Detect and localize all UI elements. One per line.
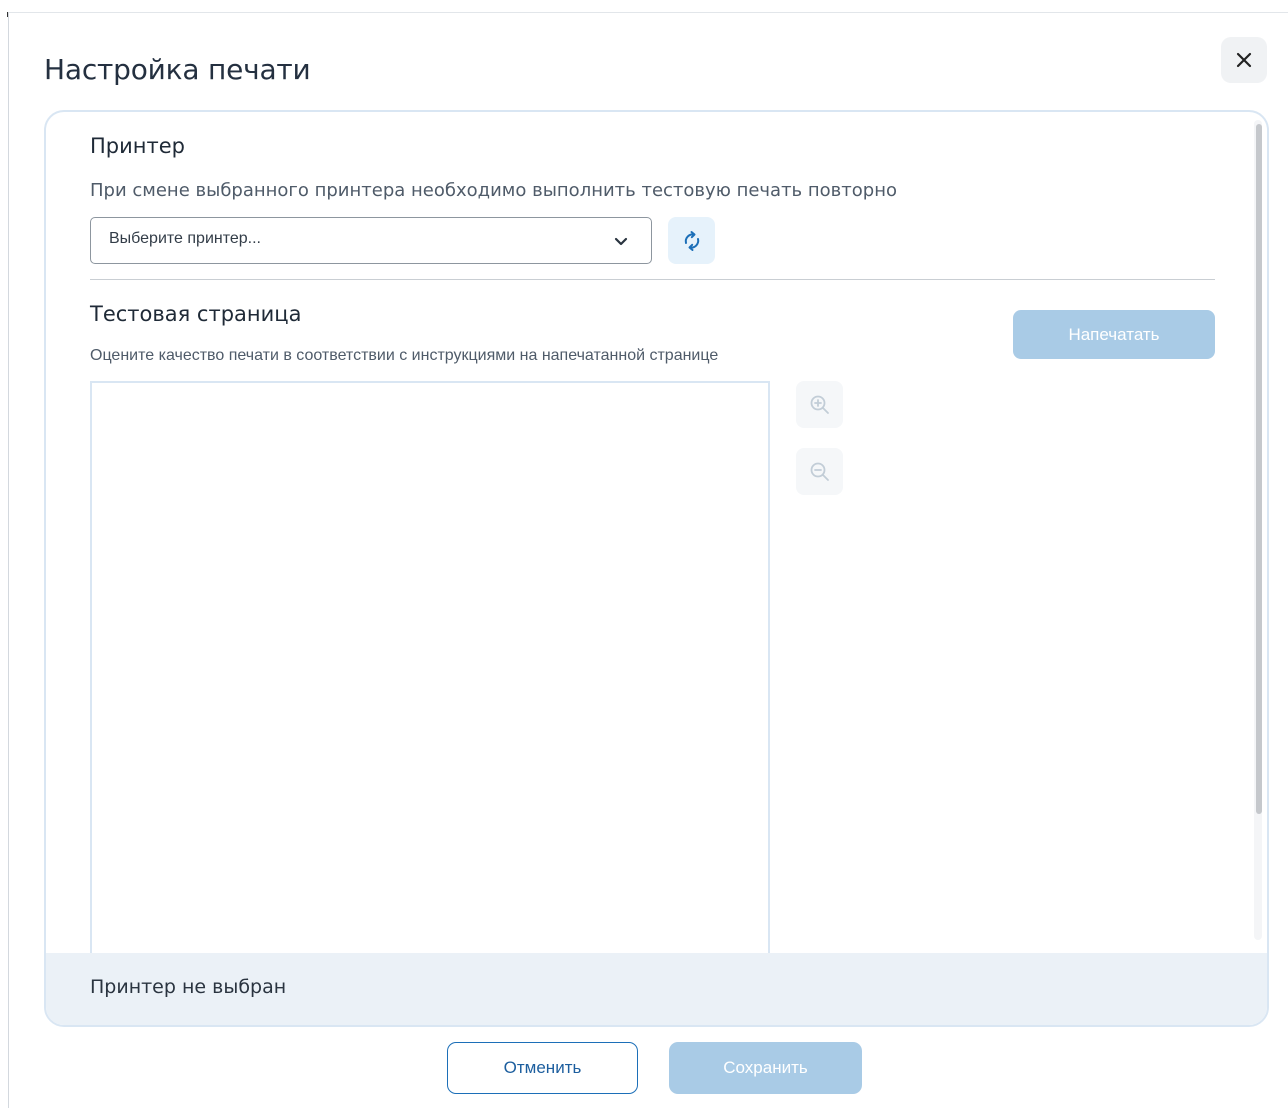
- test-page-description: Оцените качество печати в соответствии с…: [90, 347, 719, 364]
- printer-description: При смене выбранного принтера необходимо…: [90, 180, 897, 201]
- status-text: Принтер не выбран: [90, 976, 287, 998]
- zoom-in-icon: [810, 395, 829, 414]
- test-page-preview: [90, 381, 770, 981]
- print-settings-dialog: Настройка печати Принтер При смене выбра…: [8, 12, 1288, 1108]
- zoom-out-icon: [810, 462, 829, 481]
- close-button[interactable]: [1221, 37, 1267, 83]
- test-page-heading: Тестовая страница: [90, 302, 302, 326]
- zoom-out-button[interactable]: [796, 448, 843, 495]
- printer-heading: Принтер: [90, 134, 185, 158]
- printer-select[interactable]: Выберите принтер...: [90, 217, 652, 264]
- chevron-down-icon: [614, 237, 628, 246]
- dialog-title: Настройка печати: [44, 53, 311, 86]
- save-button[interactable]: Сохранить: [669, 1042, 862, 1094]
- printer-select-value: Выберите принтер...: [109, 230, 261, 247]
- refresh-printers-button[interactable]: [668, 217, 715, 264]
- section-divider: [90, 279, 1215, 280]
- close-icon: [1236, 52, 1252, 68]
- refresh-icon: [684, 230, 699, 251]
- zoom-in-button[interactable]: [796, 381, 843, 428]
- status-bar: Принтер не выбран: [46, 953, 1267, 1025]
- settings-panel: Принтер При смене выбранного принтера не…: [44, 110, 1269, 1027]
- print-button[interactable]: Напечатать: [1013, 310, 1215, 359]
- scrollbar-thumb[interactable]: [1256, 124, 1262, 814]
- cancel-button[interactable]: Отменить: [447, 1042, 638, 1094]
